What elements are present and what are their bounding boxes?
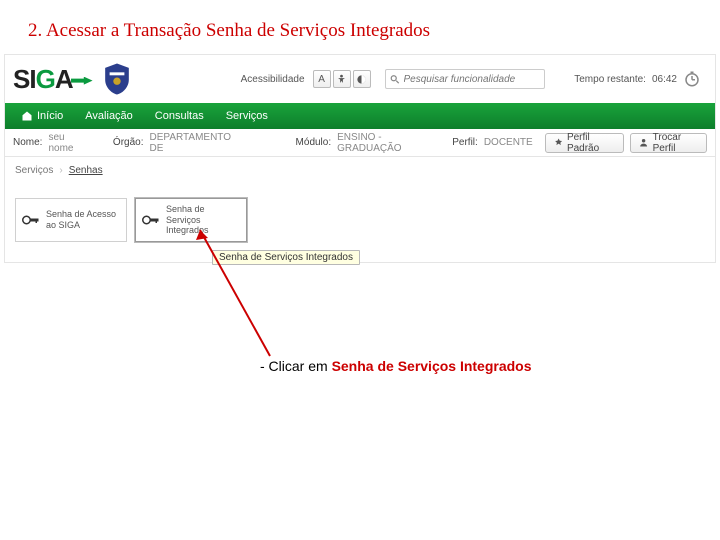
orgao-value: DEPARTAMENTO DE — [150, 132, 233, 154]
tile-siga-label: Senha de Acesso ao SIGA — [46, 209, 120, 231]
timer-value: 06:42 — [652, 74, 677, 85]
perfil-value: DOCENTE — [484, 137, 533, 148]
nome-label: Nome: — [13, 137, 42, 148]
key-icon — [142, 213, 160, 227]
perfil-padrao-button[interactable]: Perfil Padrão — [545, 133, 625, 153]
instruction-target: Senha de Serviços Integrados — [332, 358, 532, 374]
perfil-label: Perfil: — [452, 137, 478, 148]
instruction-prefix: - Clicar em — [260, 358, 332, 374]
crumb-root[interactable]: Serviços — [15, 165, 53, 176]
main-navbar: Início Avaliação Consultas Serviços — [5, 103, 715, 129]
search-box[interactable] — [385, 69, 545, 89]
nav-consultas[interactable]: Consultas — [145, 106, 214, 126]
nav-home[interactable]: Início — [11, 106, 73, 126]
accessibility-button[interactable] — [333, 70, 351, 88]
accessibility-controls: A — [313, 70, 371, 88]
slide-heading: 2. Acessar a Transação Senha de Serviços… — [0, 0, 720, 54]
crumb-current: Senhas — [69, 165, 103, 176]
search-input[interactable] — [404, 74, 540, 85]
crest-icon — [101, 61, 133, 97]
trocar-perfil-label: Trocar Perfil — [653, 132, 698, 154]
contrast-button[interactable] — [353, 70, 371, 88]
user-icon — [639, 137, 648, 148]
session-timer: Tempo restante: 06:42 — [574, 70, 707, 88]
star-icon — [554, 137, 563, 148]
brand-logo: SIGA — [13, 64, 93, 95]
orgao-label: Órgão: — [113, 137, 144, 148]
modulo-label: Módulo: — [296, 137, 332, 148]
nav-servicos[interactable]: Serviços — [216, 106, 278, 126]
perfil-padrao-label: Perfil Padrão — [567, 132, 615, 154]
clock-icon — [683, 70, 701, 88]
app-window: SIGA Acessibilidade A Tempo restante: 06… — [4, 54, 716, 263]
context-bar: Nome: seu nome Órgão: DEPARTAMENTO DE Mó… — [5, 129, 715, 157]
nome-value: seu nome — [48, 132, 85, 154]
timer-label: Tempo restante: — [574, 74, 646, 85]
nav-avaliacao-label: Avaliação — [85, 110, 133, 122]
home-icon — [21, 110, 33, 122]
tile-senha-siga[interactable]: Senha de Acesso ao SIGA — [15, 198, 127, 242]
instruction-text: - Clicar em Senha de Serviços Integrados — [260, 358, 532, 374]
chevron-right-icon: › — [59, 165, 62, 176]
nav-consultas-label: Consultas — [155, 110, 204, 122]
breadcrumb: Serviços › Senhas — [5, 157, 715, 184]
nav-servicos-label: Serviços — [226, 110, 268, 122]
key-icon — [22, 213, 40, 227]
font-decrease-button[interactable]: A — [313, 70, 331, 88]
tile-senha-integrados[interactable]: Senha de Serviços Integrados — [135, 198, 247, 242]
arrow-icon — [71, 77, 93, 85]
tooltip: Senha de Serviços Integrados — [212, 250, 360, 265]
nav-home-label: Início — [37, 110, 63, 122]
tile-integrados-label: Senha de Serviços Integrados — [166, 204, 240, 236]
tile-row: Senha de Acesso ao SIGA Senha de Serviço… — [5, 184, 715, 262]
topbar: SIGA Acessibilidade A Tempo restante: 06… — [5, 55, 715, 103]
modulo-value: ENSINO - GRADUAÇÃO — [337, 132, 432, 154]
nav-avaliacao[interactable]: Avaliação — [75, 106, 143, 126]
search-icon — [390, 74, 400, 85]
trocar-perfil-button[interactable]: Trocar Perfil — [630, 133, 707, 153]
accessibility-label: Acessibilidade — [241, 74, 305, 85]
